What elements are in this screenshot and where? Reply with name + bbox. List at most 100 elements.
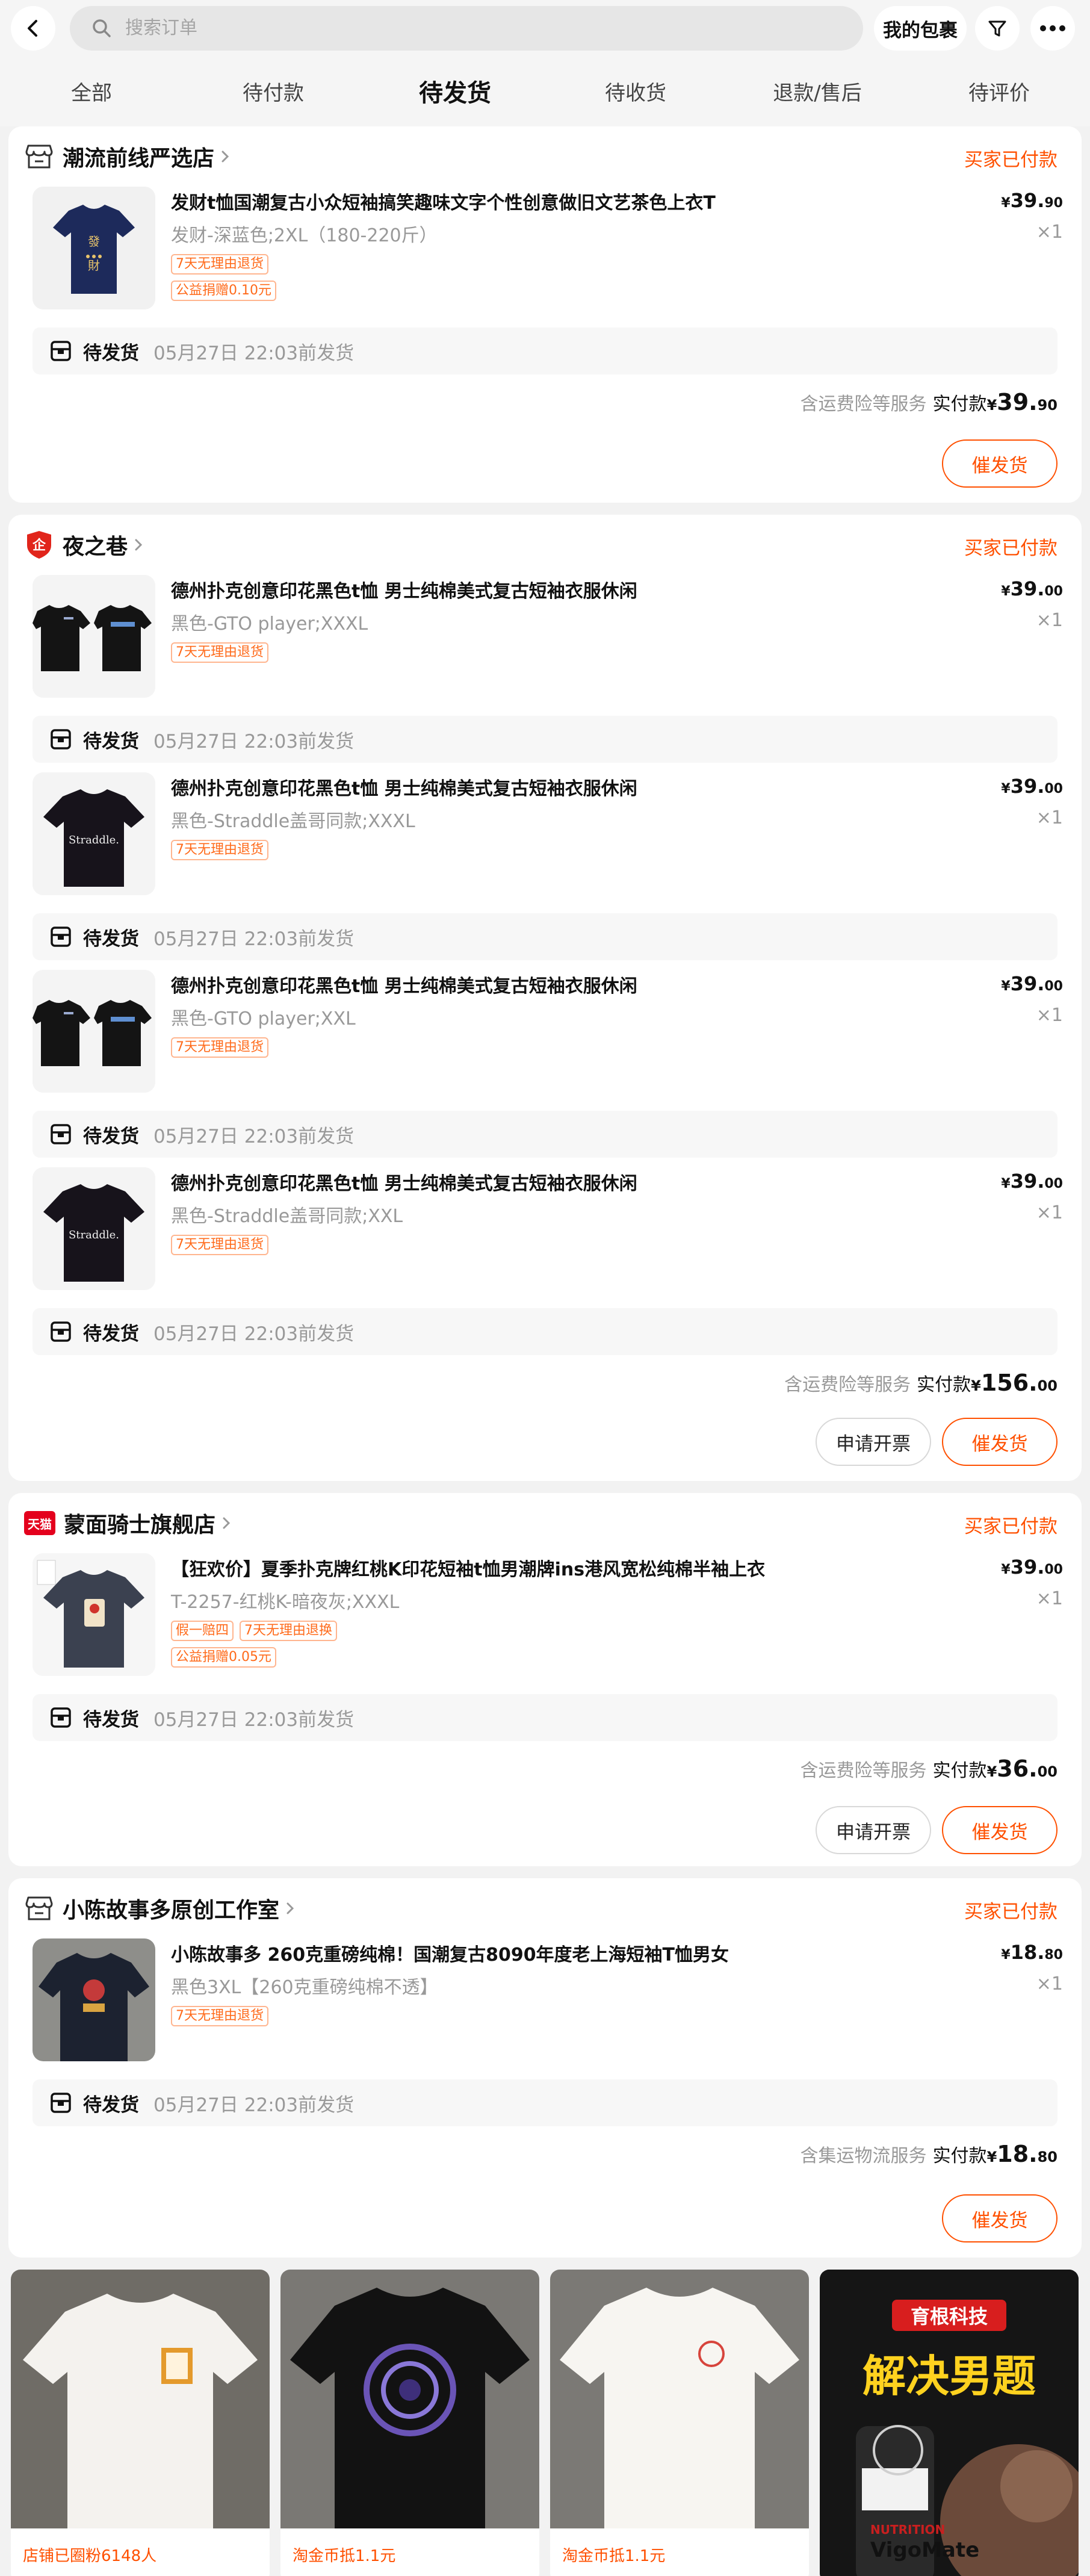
shipping-deadline: 05月27日 22:03前发货 [153,730,355,753]
shipping-status-bar[interactable]: 待发货 05月27日 22:03前发货 [33,327,1057,374]
shop-header[interactable]: 天猫 蒙面骑士旗舰店 [24,1505,232,1541]
product-image [280,2270,539,2528]
order-card[interactable]: 天猫 蒙面骑士旗舰店 买家已付款 【狂欢价】夏季扑克牌红桃K印花短袖t恤男潮牌i… [8,1493,1082,1866]
urge-shipment-button[interactable]: 催发货 [942,1418,1057,1466]
package-icon [49,1706,72,1729]
shipping-status-bar[interactable]: 待发货 05月27日 22:03前发货 [33,716,1057,763]
unit-price: ¥18.80 [1001,1941,1063,1964]
service-tags: 7天无理由退货 [171,840,268,860]
order-item[interactable]: 德州扑克创意印花黑色t恤 男士纯棉美式复古短袖衣服休闲 黑色-GTO playe… [24,575,1065,701]
tmall-badge-text: 天猫 [28,1516,52,1532]
tag: 7天无理由退货 [171,1037,268,1058]
shipping-deadline: 05月27日 22:03前发货 [153,928,355,950]
order-item[interactable]: 德州扑克创意印花黑色t恤 男士纯棉美式复古短袖衣服休闲 黑色-GTO playe… [24,970,1065,1096]
tmall-badge: 天猫 [24,1511,55,1535]
shipping-status-bar[interactable]: 待发货 05月27日 22:03前发货 [33,1694,1057,1741]
svg-text:財: 財 [88,258,100,273]
tab-pending-review[interactable]: 待评价 [927,72,1071,120]
order-card[interactable]: 企 夜之巷 买家已付款 德州扑克创意印花黑色t恤 男士纯棉美式复古短袖衣服休闲 … [8,515,1082,1481]
package-icon [49,728,72,751]
quantity: ×1 [1036,807,1063,828]
tag: 7天无理由退货 [171,642,268,663]
request-invoice-button[interactable]: 申请开票 [816,1806,931,1854]
order-item[interactable]: 【狂欢价】夏季扑克牌红桃K印花短袖t恤男潮牌ins港风宽松纯棉半袖上衣 T-22… [24,1553,1065,1680]
urge-shipment-button[interactable]: 催发货 [942,2194,1057,2242]
tab-label: 全部 [71,81,112,105]
tab-pending-shipment[interactable]: 待发货 [383,72,527,120]
tag: 7天无理由退货 [171,1235,268,1255]
shipping-deadline: 05月27日 22:03前发货 [153,1323,355,1345]
urge-shipment-button[interactable]: 催发货 [942,439,1057,488]
shipping-status-bar[interactable]: 待发货 05月27日 22:03前发货 [33,1111,1057,1158]
ad-badge: NUTRITION [870,2522,946,2537]
order-total: 含运费险等服务 实付款¥156.00 [784,1370,1057,1396]
quantity: ×1 [1036,1202,1063,1223]
shop-header[interactable]: 企 夜之巷 [24,527,144,563]
shop-header[interactable]: 潮流前线严选店 [24,138,231,175]
search-input[interactable] [125,18,787,39]
tab-all[interactable]: 全部 [19,72,164,120]
quantity: ×1 [1036,1005,1063,1026]
order-card[interactable]: 小陈故事多原创工作室 买家已付款 小陈故事多 260克重磅纯棉！国潮复古8090… [8,1878,1082,2258]
order-total: 含运费险等服务 实付款¥36.00 [800,1755,1057,1782]
service-tags: 7天无理由退货 [171,1037,268,1058]
recommendation-card[interactable]: 淘金币抵1.1元 [280,2270,539,2576]
tab-pending-payment[interactable]: 待付款 [201,72,345,120]
my-packages-button[interactable]: 我的包裹 [874,6,967,51]
recommendation-card[interactable]: 淘金币抵1.1元 [550,2270,809,2576]
filter-button[interactable] [975,6,1020,51]
unit-price: ¥39.00 [1001,577,1063,600]
ad-card[interactable]: 育根科技 解决男题 NUTRITION VigoMate [820,2270,1079,2576]
search-bar[interactable] [70,6,863,51]
order-tabs: 全部 待付款 待发货 待收货 退款/售后 待评价 [0,72,1090,120]
recommendation-tag: 淘金币抵1.1元 [293,2547,396,2565]
service-note: 含运费险等服务 [784,1374,911,1395]
order-card[interactable]: 潮流前线严选店 买家已付款 發財 发财t恤国潮复古小众短袖搞笑趣味文字个性创意做… [8,126,1082,503]
more-dots-icon [1040,25,1065,31]
shop-name: 小陈故事多原创工作室 [63,1898,280,1923]
recommendation-tag: 店铺已圈粉6148人 [23,2547,157,2565]
order-item[interactable]: Straddle. 德州扑克创意印花黑色t恤 男士纯棉美式复古短袖衣服休闲 黑色… [24,1167,1065,1294]
tab-pending-receipt[interactable]: 待收货 [563,72,708,120]
chevron-right-icon [132,536,144,553]
recommendation-tag: 淘金币抵1.1元 [562,2547,666,2565]
request-invoice-button[interactable]: 申请开票 [816,1418,931,1466]
product-title: 德州扑克创意印花黑色t恤 男士纯棉美式复古短袖衣服休闲 [171,778,637,799]
recommendation-card[interactable]: 店铺已圈粉6148人 [11,2270,270,2576]
shop-name: 蒙面骑士旗舰店 [64,1513,216,1538]
quantity: ×1 [1036,1588,1063,1609]
shop-name: 潮流前线严选店 [63,146,215,171]
tag: 7天无理由退货 [171,840,268,860]
order-item[interactable]: Straddle. 德州扑克创意印花黑色t恤 男士纯棉美式复古短袖衣服休闲 黑色… [24,772,1065,899]
product-title: 【狂欢价】夏季扑克牌红桃K印花短袖t恤男潮牌ins港风宽松纯棉半袖上衣 [171,1559,766,1580]
shipping-status-bar[interactable]: 待发货 05月27日 22:03前发货 [33,1308,1057,1355]
chevron-right-icon [220,1515,232,1532]
urge-shipment-button[interactable]: 催发货 [942,1806,1057,1854]
order-item[interactable]: 發財 发财t恤国潮复古小众短袖搞笑趣味文字个性创意做旧文艺茶色上衣T 发财-深蓝… [24,187,1065,313]
more-button[interactable] [1030,6,1075,51]
shipping-deadline: 05月27日 22:03前发货 [153,342,355,364]
order-status: 买家已付款 [964,1901,1057,1923]
tab-label: 待收货 [605,81,666,105]
package-icon [49,925,72,948]
shop-header[interactable]: 小陈故事多原创工作室 [24,1890,296,1926]
tab-label: 退款/售后 [773,81,862,105]
tab-refund-aftersale[interactable]: 退款/售后 [745,72,890,120]
service-tags: 7天无理由退货 公益捐赠0.10元 [171,254,276,301]
shipping-status-bar[interactable]: 待发货 05月27日 22:03前发货 [33,913,1057,960]
back-button[interactable] [11,6,55,51]
store-shield-icon: 企 [24,530,54,560]
paid-label: 实付款 [932,394,987,415]
order-item[interactable]: 小陈故事多 260克重磅纯棉！国潮复古8090年度老上海短袖T恤男女 黑色3XL… [24,1938,1065,2065]
top-bar: 我的包裹 全部 待付款 待发货 待收货 退款/售后 待评价 [0,0,1090,126]
unit-price: ¥39.00 [1001,775,1063,798]
ad-brand: 育根科技 [892,2300,1006,2331]
svg-text:企: 企 [32,538,46,553]
product-thumbnail [33,575,155,698]
product-spec: 黑色-GTO player;XXL [171,1008,356,1029]
shipping-deadline: 05月27日 22:03前发货 [153,1709,355,1731]
shipping-label: 待发货 [83,1323,139,1345]
chevron-right-icon [219,148,231,165]
shipping-status-bar[interactable]: 待发货 05月27日 22:03前发货 [33,2079,1057,2126]
order-total: 含运费险等服务 实付款¥39.90 [800,389,1057,415]
